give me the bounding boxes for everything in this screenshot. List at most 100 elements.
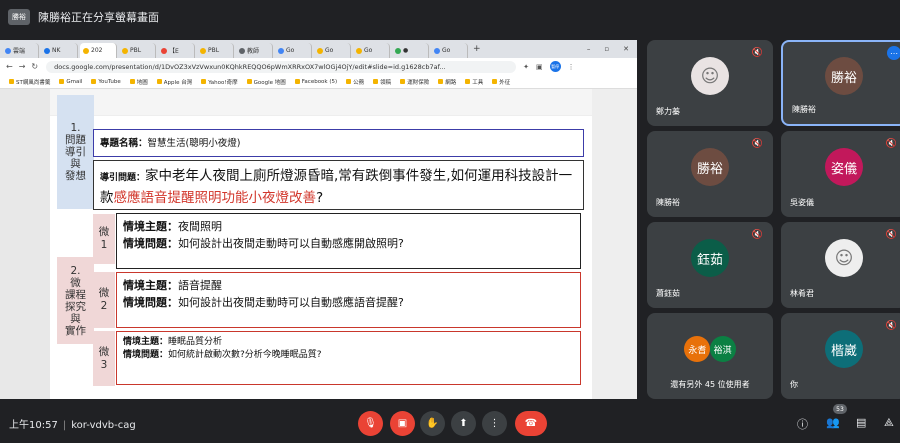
people-icon[interactable]: 👥 xyxy=(826,416,840,429)
theme-label: 情境主題： xyxy=(123,279,178,292)
extension-icon[interactable]: ✦ xyxy=(523,63,529,71)
topic-value: 智慧生活(聰明小夜燈) xyxy=(147,138,241,149)
muted-mic-icon: 🔇 xyxy=(751,48,763,58)
tab-label: Go xyxy=(325,47,334,54)
maximize-icon[interactable]: ▫ xyxy=(604,45,609,53)
bookmark-item[interactable]: Apple 台灣 xyxy=(156,78,193,86)
menu-icon[interactable]: ⋮ xyxy=(568,63,575,71)
scenario-value: 如何設計出夜間走動時可以自動感應開啟照明? xyxy=(178,237,404,250)
micro-3-label: 微 3 xyxy=(93,331,115,386)
participant-name: 吳姿儀 xyxy=(790,198,814,207)
activities-icon[interactable]: ⟁ xyxy=(884,416,894,430)
bookmark-label: 公務 xyxy=(353,79,365,86)
bookmark-folder-icon xyxy=(9,79,14,84)
bookmark-label: 外征 xyxy=(499,79,511,86)
present-button[interactable]: ⬆ xyxy=(451,411,476,436)
tab-label: Go xyxy=(286,47,295,54)
tab-favicon-icon xyxy=(356,47,362,54)
bookmark-item[interactable]: Google 地圖 xyxy=(246,78,286,86)
bookmark-item[interactable]: Gmail xyxy=(59,79,82,85)
bookmark-label: Apple 台灣 xyxy=(163,79,193,86)
bookmark-item[interactable]: 地圖 xyxy=(129,78,148,86)
browser-tab[interactable]: Go xyxy=(314,43,351,58)
profile-avatar[interactable]: 暫停 xyxy=(549,61,561,72)
clock-time: 上午10:57 xyxy=(9,420,58,431)
more-options-icon[interactable]: ⋯ xyxy=(887,46,900,60)
close-icon[interactable]: ✕ xyxy=(623,45,629,53)
bookmark-item[interactable]: 運財保險 xyxy=(400,78,429,86)
forward-icon[interactable]: → xyxy=(19,62,26,71)
browser-tab[interactable]: Go xyxy=(431,43,468,58)
bookmark-folder-icon xyxy=(492,79,498,84)
bookmark-folder-icon xyxy=(465,79,471,84)
more-options-button[interactable]: ⋮ xyxy=(482,411,507,436)
slide-top-area xyxy=(50,89,592,116)
participant-tile[interactable]: 楷崴 🔇 你 xyxy=(781,313,900,399)
tab-favicon-icon xyxy=(122,47,128,54)
info-icon[interactable]: ⓘ xyxy=(797,416,808,432)
question-end: ? xyxy=(316,190,324,206)
participant-tile[interactable]: ☺ 🔇 林肴君 xyxy=(781,222,900,308)
minimize-icon[interactable]: – xyxy=(587,45,591,53)
slide-margin xyxy=(592,89,637,399)
bookmark-item[interactable]: 領稿 xyxy=(373,78,391,86)
tab-favicon-icon xyxy=(395,47,401,54)
bookmark-item[interactable]: 網路 xyxy=(438,78,456,86)
browser-tab[interactable]: PBL xyxy=(197,43,234,58)
tab-favicon-icon xyxy=(44,47,50,54)
bookmark-label: 領稿 xyxy=(380,79,392,86)
participant-tile[interactable]: 勝裕 ⋯ 陳勝裕 xyxy=(781,40,900,126)
participant-avatar: 勝裕 xyxy=(825,57,863,96)
mic-off-button[interactable]: 🎙 xyxy=(358,411,383,436)
muted-mic-icon: 🔇 xyxy=(751,230,763,240)
browser-tab[interactable]: PBL xyxy=(119,43,156,58)
chat-icon[interactable]: ▤ xyxy=(856,416,866,429)
participant-tile[interactable]: 鈺茹 🔇 蕭鈺茹 xyxy=(647,222,773,308)
bookmark-item[interactable]: Facebook (5) xyxy=(294,79,337,85)
participant-name: 鄭力蓁 xyxy=(656,107,680,116)
participant-avatar: 永耆 xyxy=(684,336,711,363)
theme-value: 睡眠品質分析 xyxy=(168,337,223,347)
browser-tab[interactable]: 【E xyxy=(158,43,195,58)
browser-tab[interactable]: 雲端 xyxy=(2,43,39,58)
camera-off-button[interactable]: ▣ xyxy=(390,411,415,436)
bookmark-item[interactable]: YouTube xyxy=(91,79,121,85)
browser-tab[interactable]: ● xyxy=(392,43,429,58)
participant-tile[interactable]: 勝裕 🔇 陳勝裕 xyxy=(647,131,773,217)
puzzle-icon[interactable]: ▣ xyxy=(536,63,543,71)
tab-label: PBL xyxy=(208,47,220,54)
participant-name: 蕭鈺茹 xyxy=(656,289,680,298)
bookmark-item[interactable]: 公務 xyxy=(346,78,364,86)
bookmark-folder-icon xyxy=(346,79,352,84)
url-field[interactable]: docs.google.com/presentation/d/1DvOZ3xVz… xyxy=(46,60,517,73)
participant-avatar: 鈺茹 xyxy=(691,239,729,278)
browser-tab[interactable]: NK xyxy=(41,43,78,58)
browser-tab[interactable]: Go xyxy=(275,43,312,58)
back-icon[interactable]: ← xyxy=(6,62,13,71)
raise-hand-button[interactable]: ✋ xyxy=(420,411,445,436)
meeting-code: kor-vdvb-cag xyxy=(71,420,136,431)
bookmark-folder-icon xyxy=(59,79,65,84)
bookmark-label: ST網風尚書籤 xyxy=(16,79,51,86)
micro-2-box: 情境主題：語音提醒 情境問題：如何設計出夜間走動時可以自動感應語音提醒? xyxy=(116,272,581,328)
browser-tabs: 雲端 NK 202 PBL 【E PBL 教師 Go Go Go ● Go + – ▫ ✕ xyxy=(0,40,637,58)
bookmark-item[interactable]: ST網風尚書籤 xyxy=(9,78,50,86)
browser-tab[interactable]: 教師 xyxy=(236,43,273,58)
mic-off-icon: 🎙 xyxy=(364,418,377,429)
bookmark-item[interactable]: Yahoo!奇摩 xyxy=(201,78,238,86)
browser-tab[interactable]: Go xyxy=(353,43,390,58)
new-tab-icon[interactable]: + xyxy=(473,44,481,54)
tab-favicon-icon xyxy=(200,47,206,54)
leave-call-button[interactable]: ☎ xyxy=(515,411,547,436)
participant-tile[interactable]: 姿儀 🔇 吳姿儀 xyxy=(781,131,900,217)
scenario-label: 情境問題： xyxy=(123,350,169,360)
reload-icon[interactable]: ↻ xyxy=(31,62,38,71)
scenario-label: 情境問題： xyxy=(123,237,178,250)
participant-avatar: 裕淇 xyxy=(709,336,736,363)
bookmark-item[interactable]: 工具 xyxy=(465,78,483,86)
participant-tile[interactable]: ☺ 🔇 鄭力蓁 xyxy=(647,40,773,126)
browser-tab[interactable]: 202 xyxy=(80,43,117,58)
participant-tile[interactable]: 永耆 裕淇 還有另外 45 位使用者 xyxy=(647,313,773,399)
muted-mic-icon: 🔇 xyxy=(885,321,897,331)
bookmark-item[interactable]: 外征 xyxy=(492,78,510,86)
